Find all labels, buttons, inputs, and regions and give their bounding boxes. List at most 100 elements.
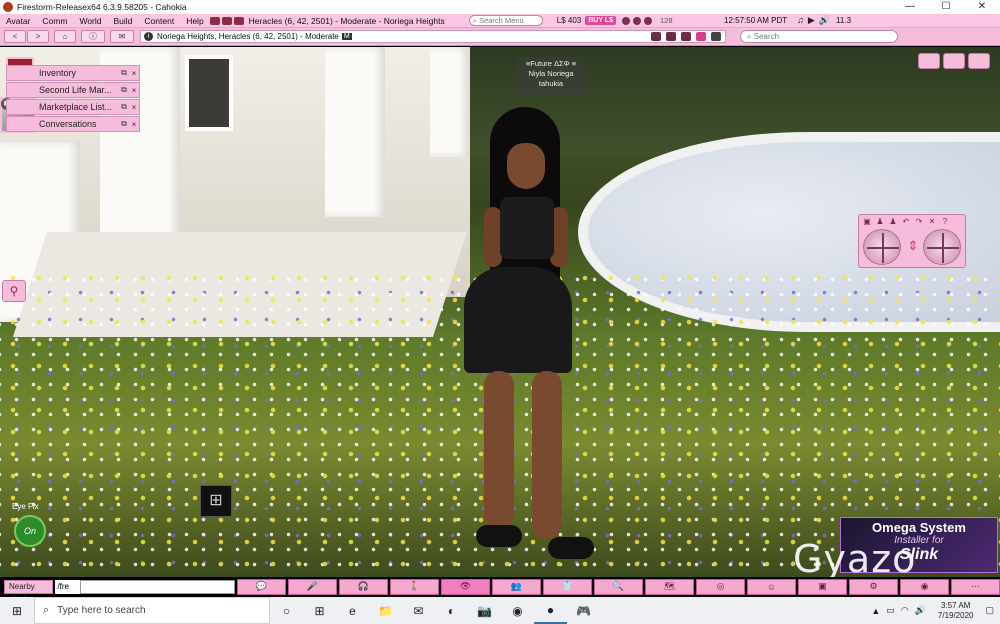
movepad-icon[interactable]: ▣: [862, 217, 872, 226]
volume-icon[interactable]: 🔊: [819, 15, 830, 26]
notifications-icon[interactable]: ▢: [985, 605, 994, 616]
taskbar-app-icon[interactable]: ●: [534, 597, 567, 624]
menu-location[interactable]: Heracles (6, 42, 2501) - Moderate - Nori…: [249, 16, 445, 26]
parcel-flag-icon[interactable]: [209, 16, 220, 25]
taskbar-app-icon[interactable]: 🎮: [567, 597, 600, 624]
menu-comm[interactable]: Comm: [36, 16, 73, 26]
menu-world[interactable]: World: [73, 16, 107, 26]
toolbar-build-button[interactable]: ⚙: [849, 578, 899, 595]
movepad-close-icon[interactable]: ✕: [927, 217, 937, 226]
detach-icon[interactable]: ⧉: [119, 102, 129, 112]
toolbar-walk-button[interactable]: 🚶: [390, 578, 440, 595]
tray-icon[interactable]: ▲: [871, 606, 880, 616]
taskbar-app-icon[interactable]: 📁: [369, 597, 402, 624]
avatar[interactable]: [462, 107, 594, 567]
no-build-icon[interactable]: [666, 32, 676, 41]
wifi-icon[interactable]: ◠: [901, 605, 909, 616]
pan-joystick[interactable]: [923, 229, 961, 265]
toolbar-snapshot-button[interactable]: ▣: [798, 578, 848, 595]
movepad-help-icon[interactable]: ?: [940, 217, 950, 226]
balance[interactable]: L$ 403: [557, 16, 581, 25]
movepad-icon[interactable]: ♟: [875, 217, 885, 226]
location-dropdown-icon[interactable]: [711, 32, 721, 41]
menu-content[interactable]: Content: [138, 16, 180, 26]
health-icon[interactable]: [633, 16, 641, 25]
menu-build[interactable]: Build: [108, 16, 139, 26]
volume-icon[interactable]: 🔊: [915, 605, 926, 616]
music-icon[interactable]: ♫: [797, 15, 804, 26]
start-button[interactable]: ⊞: [0, 597, 34, 624]
binoculars-icon[interactable]: [622, 16, 630, 25]
nearby-chat-button[interactable]: Nearby Chat: [4, 579, 54, 603]
zoom-slider[interactable]: ⇕: [906, 231, 920, 263]
parcel-voice-icon[interactable]: [221, 16, 232, 25]
close-icon[interactable]: ×: [129, 69, 139, 78]
detach-icon[interactable]: ⧉: [119, 85, 129, 95]
eye-view-button[interactable]: [943, 53, 965, 69]
home-button[interactable]: ⌂: [54, 30, 76, 43]
avatar-view-button[interactable]: [918, 53, 940, 69]
world-viewport[interactable]: ≡Future ΔΣΦ ≡ Niyla Noriega tahukia ▶ In…: [0, 47, 1000, 577]
info-button[interactable]: ⓘ: [81, 30, 105, 43]
battery-icon[interactable]: ▭: [886, 605, 895, 616]
draw-distance-icon[interactable]: [644, 16, 652, 25]
media-play-icon[interactable]: ▶: [808, 15, 815, 26]
floater-marketplace-listings[interactable]: Marketplace List... ⧉ ×: [6, 99, 140, 115]
buy-currency-button[interactable]: BUY L$: [585, 16, 616, 25]
maximize-button[interactable]: ☐: [928, 0, 964, 14]
taskbar-app-icon[interactable]: ○: [270, 597, 303, 624]
chat-input[interactable]: [80, 579, 236, 594]
taskbar-app-icon[interactable]: 📷: [468, 597, 501, 624]
toolbar-chat-button[interactable]: 💬: [237, 578, 287, 595]
menu-avatar[interactable]: Avatar: [0, 16, 36, 26]
close-button[interactable]: ✕: [964, 0, 1000, 14]
toolbar-appearance-button[interactable]: 👕: [543, 578, 593, 595]
menu-help[interactable]: Help: [180, 16, 209, 26]
taskbar-app-icon[interactable]: ◉: [501, 597, 534, 624]
parcel-build-icon[interactable]: [233, 16, 244, 25]
taskbar-app-icon[interactable]: ✉: [402, 597, 435, 624]
no-scripts-icon[interactable]: [681, 32, 691, 41]
favorite-star-icon[interactable]: [696, 32, 706, 41]
movepad-icon[interactable]: ♟: [888, 217, 898, 226]
toolbar-gestures-button[interactable]: ☺: [747, 578, 797, 595]
camera-button[interactable]: [968, 53, 990, 69]
detach-icon[interactable]: ⧉: [119, 119, 129, 129]
taskbar-search[interactable]: ⌕ Type here to search: [34, 597, 270, 624]
close-icon[interactable]: ×: [129, 103, 139, 112]
toolbar-sound-button[interactable]: 🎧: [339, 578, 389, 595]
taskbar-app-icon[interactable]: e: [336, 597, 369, 624]
eye-fix-toggle[interactable]: On: [14, 515, 46, 547]
no-voice-icon[interactable]: [651, 32, 661, 41]
minimize-button[interactable]: —: [892, 0, 928, 14]
floater-conversations[interactable]: Conversations ⧉ ×: [6, 116, 140, 132]
detach-icon[interactable]: ⧉: [119, 68, 129, 78]
snapshot-button[interactable]: ✉: [110, 30, 134, 43]
taskbar-app-icon[interactable]: ⊞: [303, 597, 336, 624]
floater-second-life-marketplace[interactable]: Second Life Mar... ⧉ ×: [6, 82, 140, 98]
toolbar-radar-button[interactable]: ◎: [696, 578, 746, 595]
forward-button[interactable]: >: [27, 30, 49, 43]
search-input[interactable]: ⌕ Search: [740, 30, 898, 43]
toolbar-people-button[interactable]: 👥: [492, 578, 542, 595]
close-icon[interactable]: ×: [129, 86, 139, 95]
location-info-icon[interactable]: i: [144, 32, 153, 41]
hud-attachment[interactable]: ⊞: [200, 485, 232, 517]
toolbar-view-button[interactable]: 👁: [441, 578, 491, 595]
back-button[interactable]: <: [4, 30, 26, 43]
movepad-icon[interactable]: ↷: [914, 217, 924, 226]
taskbar-app-icon[interactable]: ◐: [435, 597, 468, 624]
floater-inventory[interactable]: Inventory ⧉ ×: [6, 65, 140, 81]
toolbar-speak-button[interactable]: 🎤: [288, 578, 338, 595]
system-clock[interactable]: 3:57 AM 7/19/2020: [938, 601, 974, 621]
map-pin-button[interactable]: ⚲: [2, 280, 26, 302]
toolbar-map-button[interactable]: 🗺: [645, 578, 695, 595]
search-menu-input[interactable]: ⌕ Search Menu: [468, 15, 543, 26]
orbit-joystick[interactable]: [863, 229, 901, 265]
movepad-icon[interactable]: ↶: [901, 217, 911, 226]
close-icon[interactable]: ×: [129, 120, 139, 129]
chat-prefix[interactable]: /fre: [55, 579, 81, 594]
location-input[interactable]: i Noriega Heights, Heracles (6, 42, 2501…: [140, 30, 726, 43]
toolbar-minimap-button[interactable]: ◉: [900, 578, 950, 595]
toolbar-more-button[interactable]: ⋯: [951, 578, 1000, 595]
